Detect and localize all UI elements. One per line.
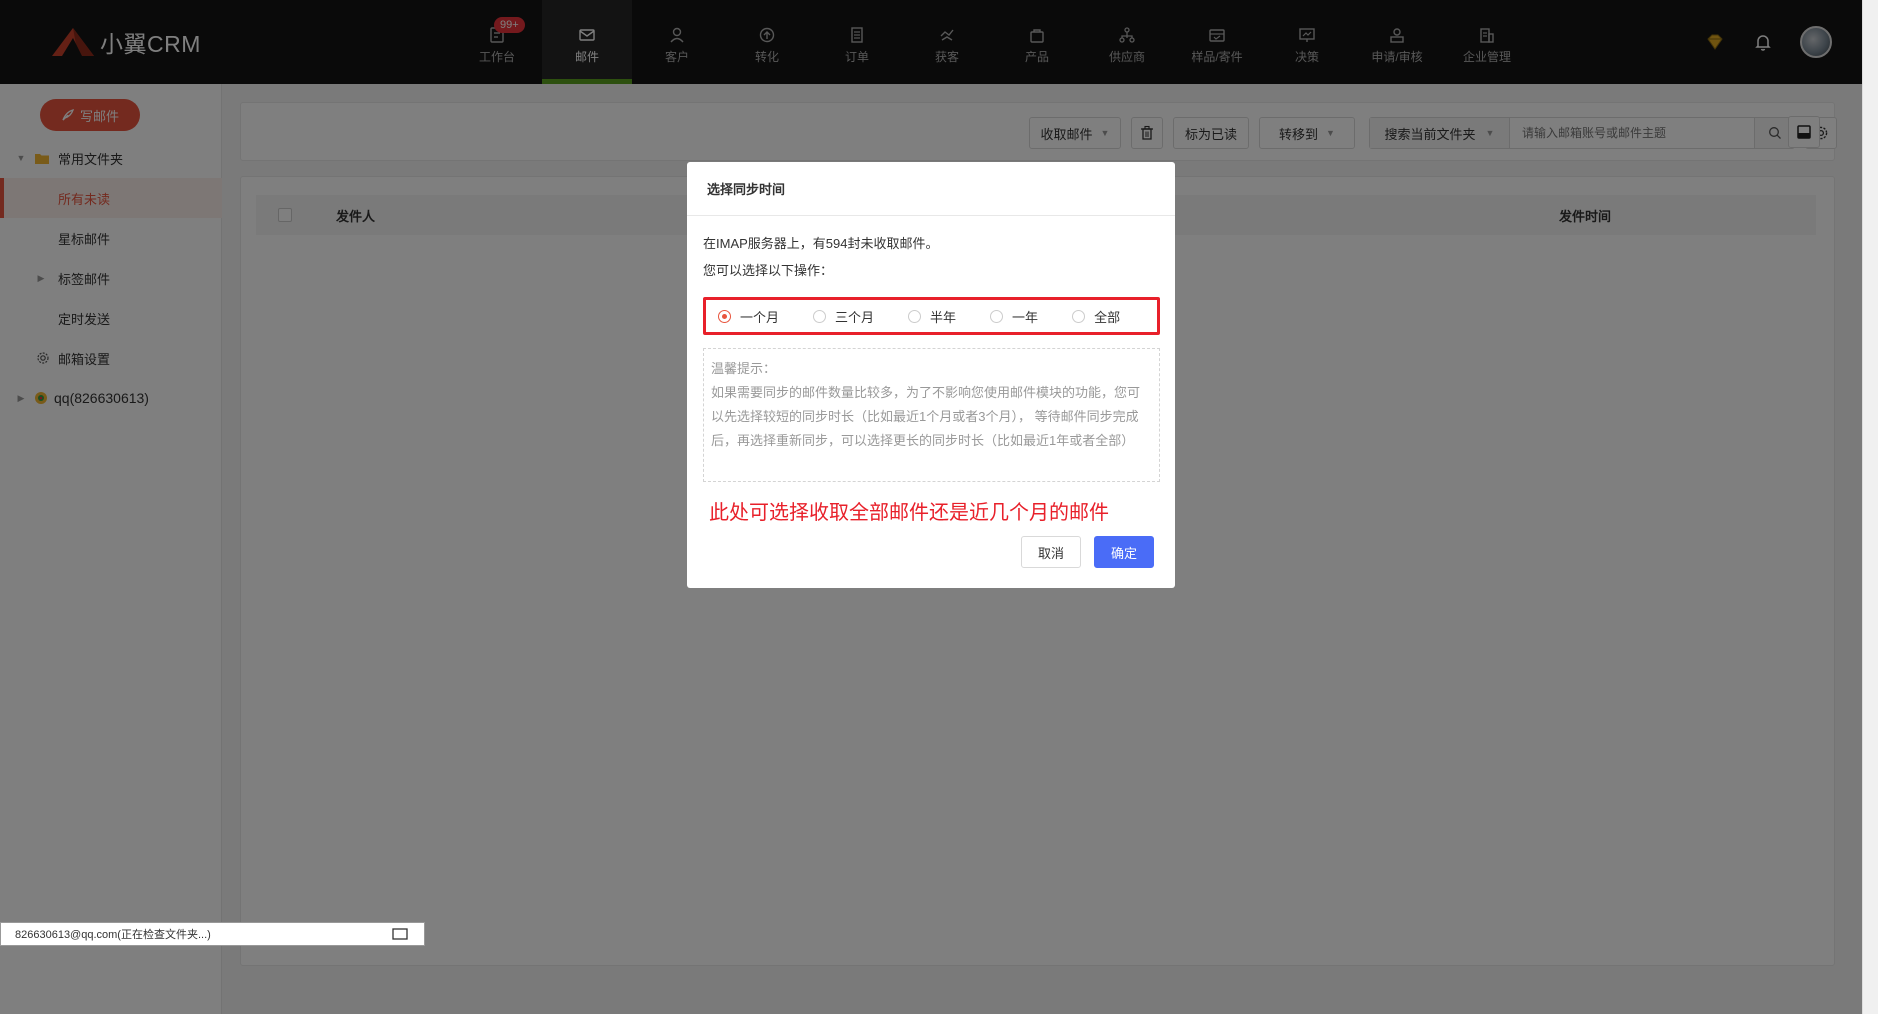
radio-label: 三个月 [835, 309, 875, 325]
annotation-text: 此处可选择收取全部邮件还是近几个月的邮件 [709, 502, 1109, 524]
options-prompt-text: 您可以选择以下操作： [703, 263, 834, 278]
sync-status-bar: 826630613@qq.com(正在检查文件夹...) [0, 922, 425, 946]
page-scrollbar[interactable] [1862, 0, 1878, 1014]
radio-dot [990, 309, 1004, 323]
tip-title: 温馨提示： [711, 361, 777, 376]
radio-dot [813, 309, 827, 323]
sync-range-radio-group: 一个月 三个月 半年 一年 全部 [703, 297, 1160, 335]
tip-box: 温馨提示： 如果需要同步的邮件数量比较多，为了不影响您使用邮件模块的功能，您可以… [703, 348, 1160, 482]
minimize-window-icon[interactable] [392, 928, 408, 940]
sync-status-text: 826630613@qq.com(正在检查文件夹...) [15, 929, 211, 941]
unfetched-count-text: 在IMAP服务器上，有594封未收取邮件。 [703, 236, 939, 251]
radio-dot [908, 309, 922, 323]
radio-label: 全部 [1094, 309, 1121, 325]
radio-label: 半年 [930, 309, 957, 325]
confirm-button[interactable]: 确定 [1094, 536, 1154, 568]
tip-body: 如果需要同步的邮件数量比较多，为了不影响您使用邮件模块的功能，您可以先选择较短的… [711, 385, 1141, 448]
radio-label: 一个月 [740, 309, 780, 325]
radio-dot [718, 309, 731, 323]
radio-one-month[interactable]: 一个月 [718, 307, 779, 326]
radio-one-year[interactable]: 一年 [990, 307, 1038, 326]
radio-three-months[interactable]: 三个月 [813, 307, 874, 326]
dialog-title: 选择同步时间 [687, 162, 1175, 216]
radio-all[interactable]: 全部 [1072, 307, 1120, 326]
radio-label: 一年 [1012, 309, 1039, 325]
sync-time-dialog: 选择同步时间 在IMAP服务器上，有594封未收取邮件。 您可以选择以下操作： … [687, 162, 1175, 588]
cancel-button[interactable]: 取消 [1021, 536, 1081, 568]
radio-half-year[interactable]: 半年 [908, 307, 956, 326]
radio-dot [1072, 309, 1086, 323]
